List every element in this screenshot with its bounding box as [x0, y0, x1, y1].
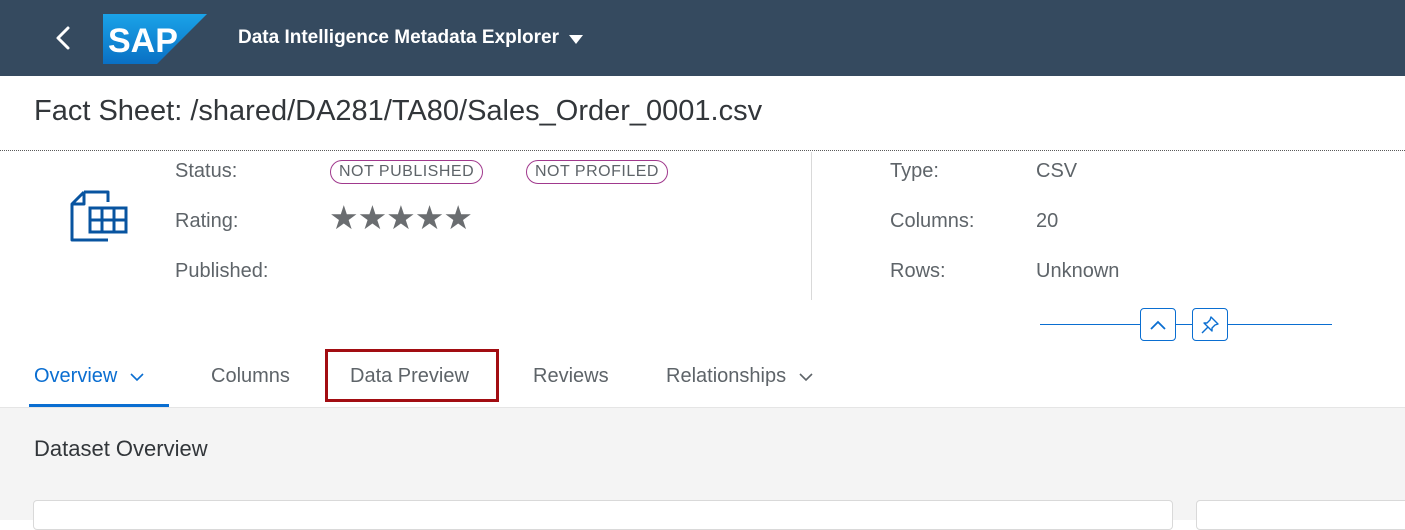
overview-side-card — [1196, 500, 1405, 530]
status-badge-not-profiled: NOT PROFILED — [526, 160, 668, 184]
pin-icon — [1201, 315, 1219, 333]
csv-table-file-icon — [68, 188, 130, 244]
rows-value: Unknown — [1036, 260, 1120, 282]
columns-label: Columns: — [890, 210, 975, 232]
tab-label: Overview — [34, 365, 118, 387]
sap-logo[interactable]: SAP — [103, 14, 207, 64]
tab-reviews[interactable]: Reviews — [533, 365, 609, 388]
header-collapse-line — [1040, 324, 1332, 325]
chevron-down-icon — [130, 372, 144, 381]
tab-label: Columns — [211, 365, 290, 387]
page-title: Fact Sheet: /shared/DA281/TA80/Sales_Ord… — [34, 95, 763, 127]
status-badge-not-published: NOT PUBLISHED — [330, 160, 484, 184]
logo-text: SAP — [108, 22, 178, 60]
app-title: Data Intelligence Metadata Explorer — [238, 27, 559, 48]
section-title: Dataset Overview — [34, 436, 208, 461]
status-label: Status: — [175, 160, 238, 182]
published-label: Published: — [175, 260, 269, 282]
tab-label: Relationships — [666, 365, 787, 387]
chevron-up-icon — [1150, 320, 1166, 330]
columns-value: 20 — [1036, 210, 1059, 232]
rows-label: Rows: — [890, 260, 946, 282]
back-button[interactable] — [46, 18, 82, 58]
rating-label: Rating: — [175, 210, 239, 232]
chevron-down-icon — [799, 372, 813, 381]
highlight-annotation-box — [325, 349, 499, 402]
app-title-menu[interactable]: Data Intelligence Metadata Explorer — [238, 27, 583, 49]
overview-card — [33, 500, 1173, 530]
type-value: CSV — [1036, 160, 1078, 182]
shell-bar — [0, 0, 1405, 76]
tab-columns[interactable]: Columns — [211, 365, 290, 388]
caret-down-icon — [569, 34, 583, 44]
tab-label: Reviews — [533, 365, 609, 387]
tab-relationships[interactable]: Relationships — [666, 365, 814, 388]
rating-stars[interactable]: ★★★★★ — [329, 198, 473, 237]
type-label: Type: — [890, 160, 939, 182]
pin-header-button[interactable] — [1192, 308, 1228, 341]
collapse-header-button[interactable] — [1140, 308, 1176, 341]
tab-overview[interactable]: Overview — [34, 365, 145, 388]
header-divider — [811, 152, 812, 300]
chevron-left-icon — [56, 26, 70, 50]
